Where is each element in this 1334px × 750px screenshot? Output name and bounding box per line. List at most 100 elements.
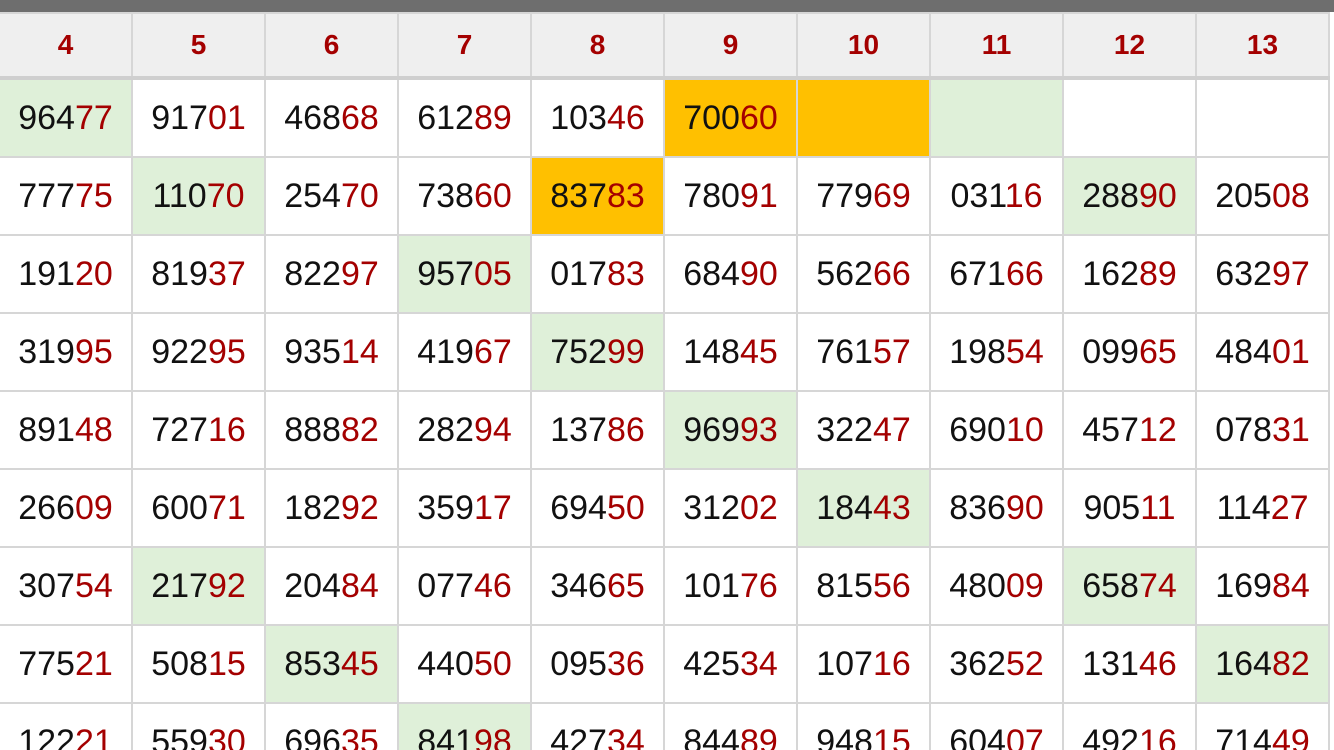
result-cell: 82297: [264, 234, 399, 314]
result-last-two-digits: 16: [1004, 176, 1043, 215]
result-cell: 48401: [1195, 312, 1330, 392]
result-leading-digits: 101: [683, 566, 740, 605]
result-last-two-digits: 70: [340, 176, 379, 215]
result-cell: 67166: [929, 234, 1064, 314]
result-cell: 69010: [929, 390, 1064, 470]
result-leading-digits: 312: [683, 488, 740, 527]
result-leading-digits: 844: [683, 722, 740, 750]
result-cell: 26609: [0, 468, 133, 548]
result-cell: 19854: [929, 312, 1064, 392]
result-leading-digits: 131: [1082, 644, 1139, 683]
result-last-two-digits: 84: [1271, 566, 1310, 605]
result-cell: 73860: [397, 156, 532, 236]
result-leading-digits: 254: [284, 176, 341, 215]
result-cell: 77521: [0, 624, 133, 704]
result-leading-digits: 137: [550, 410, 607, 449]
result-leading-digits: 095: [550, 644, 607, 683]
column-header-row: 4 5 6 7 8 9 10 11 12 13: [0, 12, 1330, 80]
result-last-two-digits: 16: [207, 410, 246, 449]
result-last-two-digits: 27: [1270, 488, 1309, 527]
result-last-two-digits: 20: [74, 254, 113, 293]
result-leading-digits: 110: [152, 176, 207, 215]
table-row: 30754 21792 20484 07746 34665 10176 81556 48009…: [0, 546, 1330, 626]
result-leading-digits: 819: [151, 254, 208, 293]
result-last-two-digits: 89: [739, 722, 778, 750]
result-last-two-digits: 69: [872, 176, 911, 215]
result-cell: 16289: [1062, 234, 1197, 314]
result-last-two-digits: 60: [473, 176, 512, 215]
result-last-two-digits: 86: [606, 410, 645, 449]
result-leading-digits: 969: [683, 410, 740, 449]
results-grid-container[interactable]: 4 5 6 7 8 9 10 11 12 13 96477 91701 46868 61289 10346…: [0, 0, 1334, 750]
result-last-two-digits: 34: [739, 644, 778, 683]
result-leading-digits: 853: [284, 644, 341, 683]
result-last-two-digits: 71: [207, 488, 246, 527]
result-last-two-digits: 92: [207, 566, 246, 605]
result-last-two-digits: 09: [1005, 566, 1044, 605]
result-cell: 28890: [1062, 156, 1197, 236]
result-cell: 65874: [1062, 546, 1197, 626]
result-last-two-digits: 89: [473, 98, 512, 137]
result-cell: 56266: [796, 234, 931, 314]
result-cell: 35917: [397, 468, 532, 548]
result-last-two-digits: 91: [739, 176, 778, 215]
result-leading-digits: 815: [816, 566, 873, 605]
result-leading-digits: 103: [550, 98, 607, 137]
result-cell: 69450: [530, 468, 665, 548]
result-cell: 48009: [929, 546, 1064, 626]
result-cell: 13786: [530, 390, 665, 470]
result-leading-digits: 484: [1215, 332, 1272, 371]
result-leading-digits: 078: [1215, 410, 1272, 449]
result-leading-digits: 205: [1215, 176, 1272, 215]
result-cell: 28294: [397, 390, 532, 470]
column-header: 12: [1062, 12, 1197, 80]
result-cell: 69635: [264, 702, 399, 750]
result-cell: 96477: [0, 77, 133, 158]
result-leading-digits: 122: [18, 722, 75, 750]
result-cell: 42734: [530, 702, 665, 750]
result-last-two-digits: 11: [1140, 488, 1176, 527]
result-cell: 18443: [796, 468, 931, 548]
result-cell: 03116: [929, 156, 1064, 236]
result-cell: 09965: [1062, 312, 1197, 392]
result-leading-digits: 761: [816, 332, 873, 371]
result-last-two-digits: 15: [207, 644, 246, 683]
result-last-two-digits: 99: [606, 332, 645, 371]
result-last-two-digits: 14: [340, 332, 379, 371]
result-cell: 60071: [131, 468, 266, 548]
result-leading-digits: 148: [683, 332, 740, 371]
result-cell: 41967: [397, 312, 532, 392]
result-cell: 72716: [131, 390, 266, 470]
result-leading-digits: 684: [683, 254, 740, 293]
result-last-two-digits: 47: [872, 410, 911, 449]
result-last-two-digits: 90: [739, 254, 778, 293]
result-last-two-digits: 05: [473, 254, 512, 293]
result-leading-digits: 658: [1082, 566, 1139, 605]
result-cell: [796, 77, 931, 158]
result-last-two-digits: 45: [739, 332, 778, 371]
result-cell: 11427: [1195, 468, 1330, 548]
result-leading-digits: 891: [18, 410, 75, 449]
result-last-two-digits: 67: [473, 332, 512, 371]
result-cell: 13146: [1062, 624, 1197, 704]
result-leading-digits: 362: [949, 644, 1006, 683]
result-cell: 96993: [663, 390, 798, 470]
table-row: 77775 11070 25470 73860 83783 78091 77969 03116…: [0, 156, 1330, 236]
result-last-two-digits: 12: [1138, 410, 1177, 449]
column-header: 6: [264, 12, 399, 80]
result-last-two-digits: 01: [207, 98, 246, 137]
result-leading-digits: 319: [18, 332, 75, 371]
result-cell: 07831: [1195, 390, 1330, 470]
result-cell: 07746: [397, 546, 532, 626]
result-cell: 63297: [1195, 234, 1330, 314]
result-leading-digits: 888: [284, 410, 341, 449]
result-cell: 42534: [663, 624, 798, 704]
result-last-two-digits: 98: [473, 722, 512, 750]
result-leading-digits: 204: [284, 566, 341, 605]
result-cell: 78091: [663, 156, 798, 236]
result-last-two-digits: 70: [206, 176, 245, 215]
result-cell: 45712: [1062, 390, 1197, 470]
result-cell: 34665: [530, 546, 665, 626]
result-last-two-digits: 16: [1138, 722, 1177, 750]
result-leading-digits: 217: [151, 566, 208, 605]
